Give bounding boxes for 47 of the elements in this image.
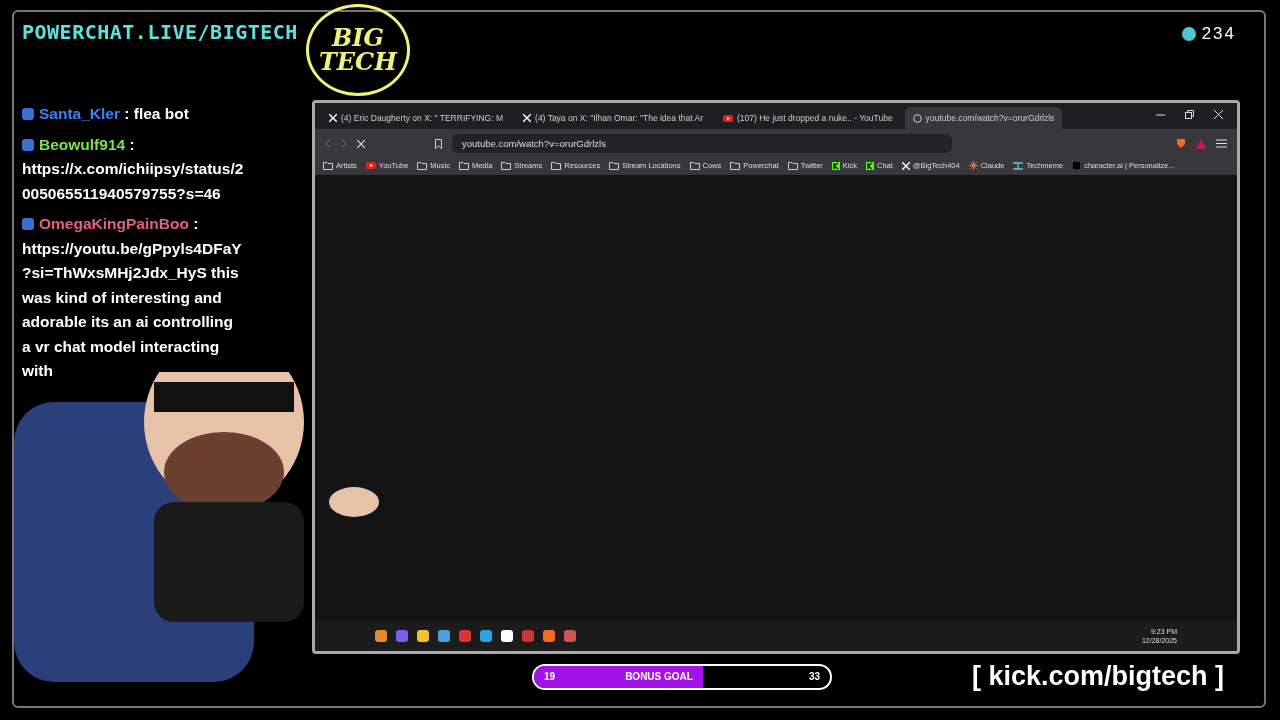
restore-icon[interactable]	[1185, 110, 1194, 119]
app-icon[interactable]	[480, 629, 492, 642]
chat-message: OmegaKingPainBoo : https://youtu.be/gPpyls4DFaY?si=ThWxsMHj2Jdx_HyS this was kind of interesting and adorable its an ai controlling a vr chat model interacting with	[22, 214, 243, 381]
folder-icon	[458, 161, 469, 170]
youtube-logo-icon	[365, 162, 376, 169]
bookmark-icon[interactable]	[435, 138, 442, 149]
menu-icon[interactable]	[1216, 139, 1227, 148]
viewer-count: 234	[1201, 24, 1236, 44]
starburst-icon	[968, 161, 978, 170]
viewer-icon	[1180, 26, 1197, 42]
folder-icon	[689, 161, 700, 170]
app-icon[interactable]	[375, 629, 387, 642]
youtube-logo-icon	[723, 114, 733, 122]
x-logo-icon	[523, 114, 532, 122]
chat-message: Beowulf914 : https://x.com/ichiipsy/status/2005065511940579755?s=46	[22, 134, 244, 204]
x-logo-icon	[901, 161, 910, 170]
x-logo-icon	[329, 114, 337, 122]
folder-icon	[417, 161, 428, 170]
folder-icon	[551, 161, 562, 170]
techmeme-logo-icon	[1013, 161, 1024, 170]
site-logo-icon	[1072, 161, 1082, 170]
folder-icon	[609, 161, 620, 170]
folder-icon	[501, 161, 512, 170]
folder-icon	[323, 161, 333, 170]
folder-icon	[787, 161, 798, 170]
minimize-icon[interactable]	[1156, 113, 1165, 116]
goal-end: 33	[808, 671, 820, 682]
shield-icon[interactable]	[1176, 138, 1186, 149]
browser-tab[interactable]: (4) Taya on X: "Ilhan Omar: "The idea that Ar	[515, 107, 711, 129]
address-field[interactable]: youtube.com/watch?v=orurGdrlzls	[452, 134, 952, 153]
app-icon[interactable]	[417, 629, 429, 642]
overlay-title: POWERCHAT.LIVE/BIGTECH	[22, 20, 298, 44]
goal-label: BONUS GOAL	[625, 671, 693, 682]
logo: BIG TECH	[305, 4, 410, 96]
goal-start: 19	[544, 671, 556, 682]
stop-icon[interactable]	[357, 139, 365, 148]
browser-tab[interactable]: (107) He just dropped a nuke.. - YouTube	[715, 107, 901, 129]
chat-message: Santa_Kler : flea bot	[22, 102, 244, 127]
folder-icon	[730, 161, 741, 170]
app-icon[interactable]	[438, 629, 450, 642]
globe-icon	[912, 113, 922, 123]
close-icon[interactable]	[1214, 110, 1223, 119]
kick-logo-icon	[831, 161, 840, 170]
browser-tab[interactable]: youtube.com/watch?v=orurGdrlzls	[904, 107, 1063, 129]
browser-tab[interactable]: (4) Eric Daugherty on X: " TERRIFYING: M	[321, 107, 512, 129]
kick-logo-icon	[866, 161, 874, 170]
app-icon[interactable]	[501, 629, 513, 642]
